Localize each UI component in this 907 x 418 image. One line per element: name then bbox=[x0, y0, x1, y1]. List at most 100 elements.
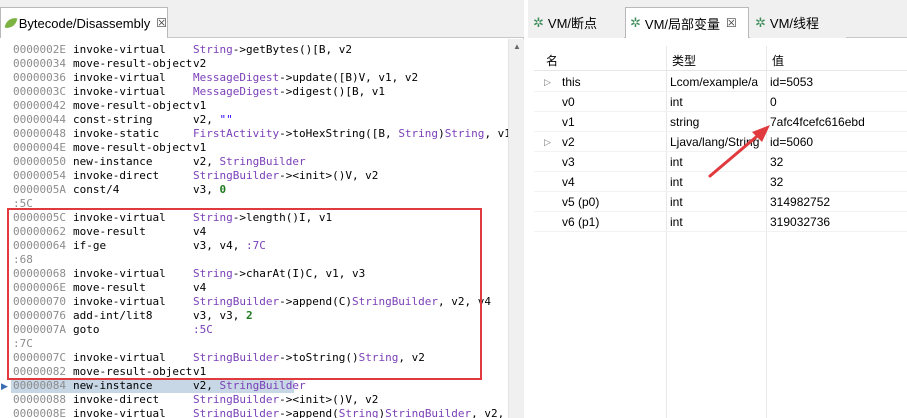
code-line[interactable]: 00000062 move-result v4 bbox=[0, 225, 508, 239]
variable-name: v4 bbox=[562, 175, 575, 189]
code-line[interactable]: 0000007A goto:5C bbox=[0, 323, 508, 337]
tab-bytecode-disassembly[interactable]: Bytecode/Disassembly ☒ bbox=[0, 7, 168, 38]
locals-row[interactable]: v5 (p0) int 314982752 bbox=[534, 192, 907, 212]
triangle-right-icon[interactable]: ▷ bbox=[544, 137, 551, 148]
code-opcode: invoke-virtual bbox=[73, 295, 166, 308]
code-operands: MessageDigest->update([B)V, v1, v2 bbox=[193, 71, 418, 85]
code-opcode: invoke-virtual bbox=[73, 71, 166, 84]
code-address: 00000062 bbox=[13, 225, 66, 238]
disassembly-code-area[interactable]: 0000002E invoke-virtual String->getBytes()… bbox=[0, 39, 508, 418]
locals-row[interactable]: v0 int 0 bbox=[534, 92, 907, 112]
close-icon[interactable]: ☒ bbox=[156, 16, 167, 30]
locals-row[interactable]: ▷ this Lcom/example/a id=5053 bbox=[534, 72, 907, 92]
code-address: 00000050 bbox=[13, 155, 66, 168]
operand-token: StringBuilder bbox=[193, 295, 280, 308]
code-opcode: invoke-virtual bbox=[73, 267, 166, 280]
triangle-right-icon[interactable]: ▷ bbox=[544, 77, 551, 88]
code-operands: v2, "" bbox=[193, 113, 233, 127]
code-operands: v2, StringBuilder bbox=[193, 155, 306, 169]
operand-token: ) bbox=[438, 127, 445, 140]
scroll-up-icon[interactable]: ▲ bbox=[513, 42, 521, 51]
header-type[interactable]: 类型 bbox=[672, 52, 696, 69]
operand-token: v3, v4, bbox=[193, 239, 246, 252]
code-operands: StringBuilder->append(C)StringBuilder, v… bbox=[193, 295, 491, 309]
locals-row[interactable]: v3 int 32 bbox=[534, 152, 907, 172]
vertical-scrollbar[interactable]: ▲ bbox=[508, 39, 524, 418]
code-label: :68 bbox=[13, 253, 33, 266]
code-line[interactable]: 00000054 invoke-direct StringBuilder-><ini… bbox=[0, 169, 508, 183]
locals-row[interactable]: ▷ v2 Ljava/lang/String id=5060 bbox=[534, 132, 907, 152]
operand-token: v4 bbox=[193, 225, 207, 238]
tab-vm-1[interactable]: ✲ VM/局部变量 ☒ bbox=[625, 7, 749, 38]
operand-token: 2 bbox=[245, 309, 253, 322]
code-address: 00000070 bbox=[13, 295, 66, 308]
code-label-line[interactable]: :7C bbox=[0, 337, 508, 351]
variable-name: v3 bbox=[562, 155, 575, 169]
locals-row[interactable]: v6 (p1) int 319032736 bbox=[534, 212, 907, 232]
code-opcode: new-instance bbox=[73, 379, 153, 392]
code-line[interactable]: 0000006E move-result v4 bbox=[0, 281, 508, 295]
tab-label: VM/断点 bbox=[547, 16, 598, 31]
locals-header: 名 类型 值 bbox=[534, 46, 907, 71]
code-opcode: invoke-virtual bbox=[73, 407, 166, 418]
code-operands: String->length()I, v1 bbox=[193, 211, 332, 225]
code-line[interactable]: 00000036 invoke-virtual MessageDigest->upd… bbox=[0, 71, 508, 85]
code-line[interactable]: 00000050 new-instance v2, StringBuilder bbox=[0, 155, 508, 169]
vm-locals-pane: ✲ VM/断点 ✲ VM/局部变量 ☒ ✲ VM/线程 名 类型 值 ▷ this Lcom/e… bbox=[528, 0, 907, 418]
variable-value: 319032736 bbox=[770, 215, 831, 229]
operand-token: v2, bbox=[193, 155, 220, 168]
operand-token: ->append(C) bbox=[279, 295, 352, 308]
code-label-line[interactable]: :5C bbox=[0, 197, 508, 211]
operand-token: ->toString() bbox=[279, 351, 359, 364]
locals-row[interactable]: v4 int 32 bbox=[534, 172, 907, 192]
code-operands: MessageDigest->digest()[B, v1 bbox=[193, 85, 385, 99]
code-opcode: if-ge bbox=[73, 239, 107, 252]
variable-value: id=5060 bbox=[770, 135, 814, 149]
operand-token: String bbox=[358, 351, 399, 364]
close-icon[interactable]: ☒ bbox=[726, 16, 737, 30]
variable-name: v2 bbox=[562, 135, 575, 149]
code-line[interactable]: 0000008E invoke-virtual StringBuilder->app… bbox=[0, 407, 508, 418]
code-line[interactable]: 0000005C invoke-virtual String->length()I,… bbox=[0, 211, 508, 225]
code-line[interactable]: 00000076 add-int/lit8 v3, v3, 2 bbox=[0, 309, 508, 323]
code-address: 0000007A bbox=[13, 323, 66, 336]
code-address: 00000036 bbox=[13, 71, 66, 84]
header-name[interactable]: 名 bbox=[546, 52, 558, 69]
code-line[interactable]: 0000007C invoke-virtual StringBuilder->toS… bbox=[0, 351, 508, 365]
code-line[interactable]: 00000042 move-result-object v1 bbox=[0, 99, 508, 113]
code-line[interactable]: 00000048 invoke-static FirstActivity->toHe… bbox=[0, 127, 508, 141]
code-address: 0000007C bbox=[13, 351, 66, 364]
tab-vm-2[interactable]: ✲ VM/线程 bbox=[750, 7, 846, 38]
code-line[interactable]: 00000034 move-result-object v2 bbox=[0, 57, 508, 71]
code-label: :5C bbox=[13, 197, 33, 210]
code-line[interactable]: 0000005A const/4 v3, 0 bbox=[0, 183, 508, 197]
code-label-line[interactable]: :68 bbox=[0, 253, 508, 267]
code-line[interactable]: 00000068 invoke-virtual String->charAt(I)C… bbox=[0, 267, 508, 281]
code-line[interactable]: 0000003C invoke-virtual MessageDigest->dig… bbox=[0, 85, 508, 99]
code-line[interactable]: 0000002E invoke-virtual String->getBytes()… bbox=[0, 43, 508, 57]
code-opcode: invoke-virtual bbox=[73, 211, 166, 224]
operand-token: ->getBytes()[B, v2 bbox=[232, 43, 352, 56]
header-value[interactable]: 值 bbox=[772, 52, 784, 69]
code-operands: StringBuilder->toString()String, v2 bbox=[193, 351, 425, 365]
operand-token: :5C bbox=[193, 323, 213, 336]
code-operands: String->getBytes()[B, v2 bbox=[193, 43, 352, 57]
code-line[interactable]: 0000004E move-result-object v1 bbox=[0, 141, 508, 155]
code-address: 00000084 bbox=[13, 379, 66, 392]
code-line[interactable]: 00000084 new-instance v2, StringBuilder bbox=[0, 379, 508, 393]
variable-type: int bbox=[670, 155, 683, 169]
code-line[interactable]: 00000044 const-string v2, "" bbox=[0, 113, 508, 127]
tab-vm-0[interactable]: ✲ VM/断点 bbox=[528, 7, 624, 38]
code-line[interactable]: 00000070 invoke-virtual StringBuilder->app… bbox=[0, 295, 508, 309]
variable-value: 32 bbox=[770, 175, 784, 189]
code-line[interactable]: 00000082 move-result-object v1 bbox=[0, 365, 508, 379]
code-operands: v1 bbox=[193, 365, 206, 379]
code-address: 00000054 bbox=[13, 169, 66, 182]
code-address: 0000005C bbox=[13, 211, 66, 224]
code-line[interactable]: 00000064 if-ge v3, v4, :7C bbox=[0, 239, 508, 253]
code-line[interactable]: 00000088 invoke-direct StringBuilder-><ini… bbox=[0, 393, 508, 407]
locals-row[interactable]: v1 string 7afc4fcefc616ebd bbox=[534, 112, 907, 132]
operand-token: ->toHexString([B, bbox=[279, 127, 399, 140]
bug-icon: ✲ bbox=[755, 14, 766, 30]
variable-type: int bbox=[670, 215, 683, 229]
